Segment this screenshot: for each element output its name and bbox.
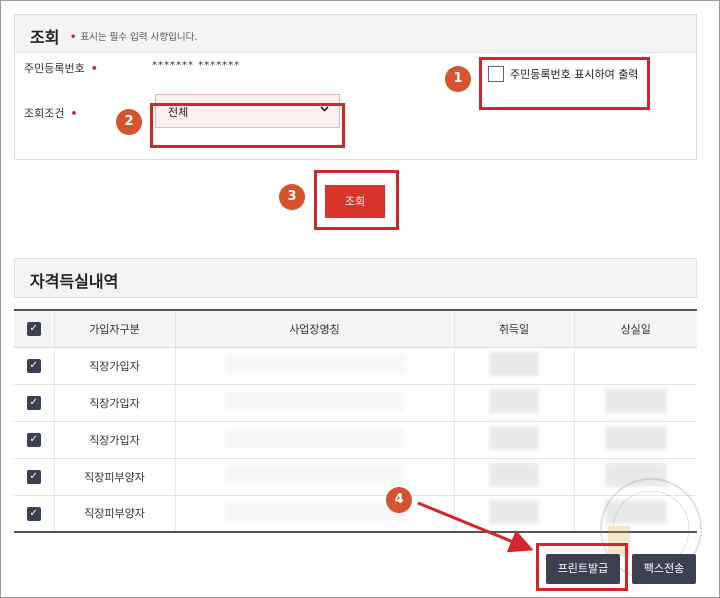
callout-arrow-icon — [417, 501, 534, 553]
